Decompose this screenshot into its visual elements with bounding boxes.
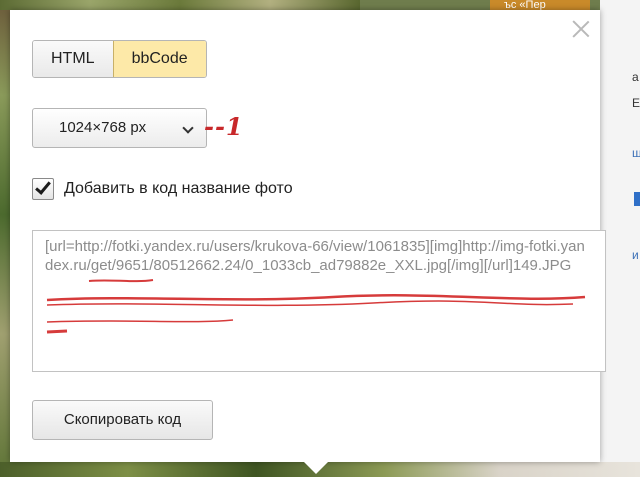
image-size-select[interactable]: 1024×768 px [32, 108, 207, 148]
tab-bbcode[interactable]: bbCode [112, 41, 206, 77]
include-title-label: Добавить в код название фото [64, 180, 293, 197]
background-text-fragment: а [632, 70, 639, 84]
format-switcher: HTML bbCode [32, 40, 207, 78]
embed-code-textarea[interactable]: [url=http://fotki.yandex.ru/users/krukov… [32, 230, 606, 372]
dialog-pointer-arrow [304, 462, 328, 474]
checkmark-icon [35, 178, 51, 195]
background-blue-marker [634, 192, 640, 206]
copy-code-button[interactable]: Скопировать код [32, 400, 213, 440]
image-size-value: 1024×768 px [59, 119, 147, 136]
background-link-fragment: ш [632, 146, 640, 160]
close-icon[interactable] [570, 18, 592, 40]
tab-html[interactable]: HTML [33, 41, 113, 77]
embed-code-text: [url=http://fotki.yandex.ru/users/krukov… [45, 238, 585, 274]
handwritten-annotation: --1 [204, 112, 244, 141]
include-title-checkbox[interactable] [32, 178, 54, 200]
background-photo-top [0, 0, 360, 10]
chevron-down-icon [182, 122, 194, 134]
background-text-fragment: Е [632, 96, 640, 110]
background-link-fragment: и [632, 248, 639, 262]
embed-code-dialog: HTML bbCode 1024×768 px --1 Добавить в к… [10, 10, 606, 462]
include-title-option: Добавить в код название фото [32, 176, 293, 202]
background-orange-banner: ъс «Пер [490, 0, 590, 10]
